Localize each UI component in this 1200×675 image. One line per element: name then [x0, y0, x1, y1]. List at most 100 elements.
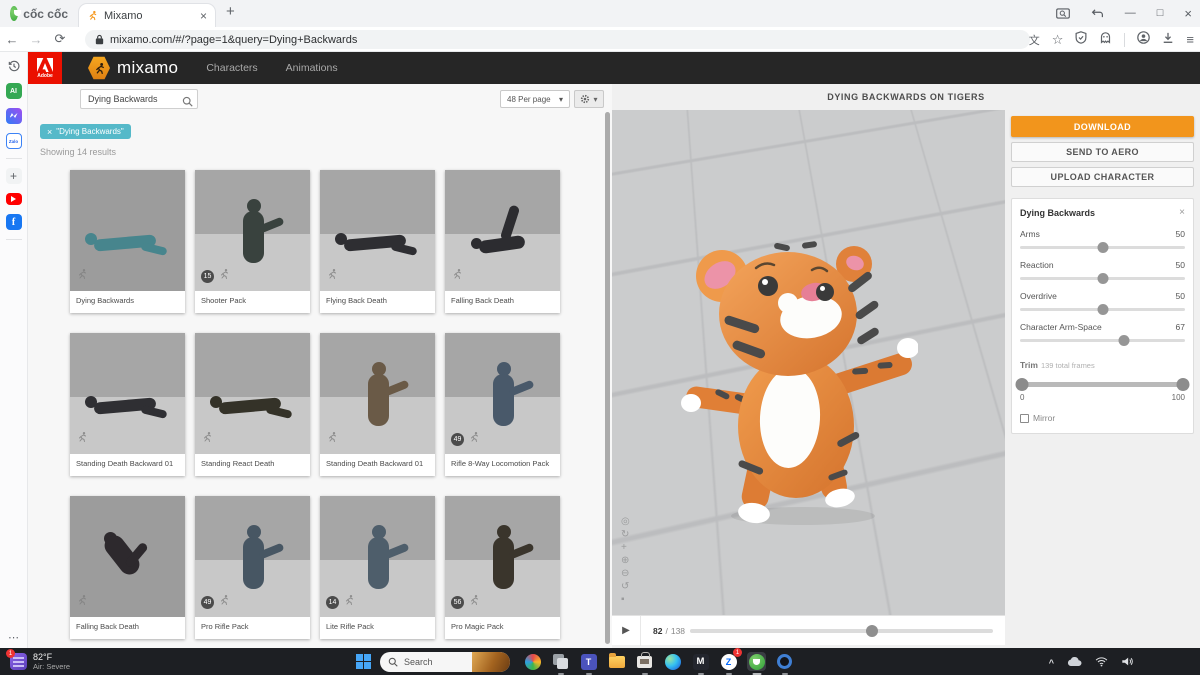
animation-card[interactable]: Flying Back Death	[320, 170, 435, 313]
extension-icon[interactable]	[1099, 31, 1112, 49]
address-bar[interactable]: mixamo.com/#/?page=1&query=Dying+Backwar…	[85, 30, 1030, 49]
taskbar-app-office[interactable]	[523, 652, 542, 671]
close-icon[interactable]: ×	[1179, 207, 1185, 218]
window-minimize-button[interactable]: —	[1125, 8, 1136, 19]
viewport-control-icon[interactable]: ▪	[621, 594, 630, 605]
taskbar-app-ring[interactable]	[775, 652, 794, 675]
download-button[interactable]: DOWNLOAD	[1011, 116, 1194, 137]
animation-card[interactable]: Standing Death Backward 01	[320, 333, 435, 476]
viewport-control-icon[interactable]: ◎	[621, 516, 630, 527]
new-tab-button[interactable]: +	[226, 3, 235, 20]
trim-start-handle[interactable]	[1015, 378, 1029, 391]
viewport-control-icon[interactable]: ⊖	[621, 568, 630, 579]
animation-thumbnail	[70, 333, 185, 454]
ai-chat-icon[interactable]: AI	[5, 83, 22, 99]
return-arrow-icon[interactable]	[1091, 8, 1104, 19]
viewport-3d[interactable]: ◎ ↻ + ⊕ ⊖ ↺ ▪	[612, 110, 1005, 615]
download-icon[interactable]	[1162, 31, 1174, 49]
tab-close-icon[interactable]: ×	[200, 9, 207, 23]
messenger-icon[interactable]	[5, 108, 22, 124]
animation-card[interactable]: Standing Death Backward 01	[70, 333, 185, 476]
bookmark-star-icon[interactable]: ☆	[1052, 32, 1064, 48]
animation-search-field[interactable]	[80, 89, 198, 109]
viewport-control-icon[interactable]: ↺	[621, 581, 630, 592]
tray-chevron-icon[interactable]: ^	[1049, 658, 1054, 668]
translate-icon[interactable]: 文	[1029, 32, 1040, 48]
slider-handle[interactable]	[1097, 273, 1108, 284]
animation-card[interactable]: Dying Backwards	[70, 170, 185, 313]
animation-card[interactable]: 49 Rifle 8-Way Locomotion Pack	[445, 333, 560, 476]
weather-widget[interactable]: 1 82°F Air: Severe	[6, 649, 70, 671]
coccoc-brand[interactable]: cốc cốc	[0, 6, 68, 21]
results-scrollbar[interactable]	[605, 112, 610, 644]
taskbar-app-explorer[interactable]	[607, 652, 626, 671]
play-button[interactable]: ▶	[612, 615, 641, 646]
window-close-button[interactable]: ×	[1184, 7, 1192, 20]
youtube-icon[interactable]	[5, 193, 22, 205]
viewport-control-icon[interactable]: ↻	[621, 529, 630, 540]
menu-icon[interactable]: ≡	[1186, 32, 1194, 47]
wifi-icon[interactable]	[1095, 656, 1108, 667]
browser-tab[interactable]: Mixamo ×	[78, 3, 216, 27]
slider-track[interactable]	[1020, 335, 1185, 346]
upload-character-button[interactable]: UPLOAD CHARACTER	[1011, 167, 1194, 187]
search-input[interactable]	[81, 90, 197, 108]
animation-card[interactable]: Falling Back Death	[445, 170, 560, 313]
chip-close-icon[interactable]: ×	[47, 127, 52, 137]
settings-gear-button[interactable]: ▾	[574, 90, 604, 108]
onedrive-cloud-icon[interactable]	[1067, 656, 1082, 667]
history-icon[interactable]	[6, 58, 22, 74]
animation-card[interactable]: Standing React Death	[195, 333, 310, 476]
sidebar-more-button[interactable]: ⋯	[0, 631, 28, 644]
slider-handle[interactable]	[1118, 335, 1130, 346]
trim-end-handle[interactable]	[1176, 378, 1190, 391]
animation-thumbnail	[445, 170, 560, 291]
taskbar-app-edge[interactable]	[663, 652, 682, 671]
slider-track[interactable]	[1020, 273, 1185, 284]
taskbar-app-teams[interactable]: T	[579, 652, 598, 675]
volume-icon[interactable]	[1121, 656, 1134, 667]
taskbar-app-coccoc[interactable]	[747, 652, 766, 675]
search-filter-chip[interactable]: × "Dying Backwards"	[40, 124, 131, 139]
slider-track[interactable]	[1020, 242, 1185, 253]
taskbar-app-m[interactable]: M	[691, 652, 710, 675]
shield-icon[interactable]	[1075, 30, 1087, 49]
animation-card[interactable]: 49 Pro Rifle Pack	[195, 496, 310, 639]
profile-icon[interactable]	[1137, 30, 1151, 49]
forward-button[interactable]: →	[24, 32, 48, 47]
add-app-button[interactable]: +	[5, 168, 22, 184]
taskbar-app-store[interactable]	[635, 651, 654, 675]
nav-item[interactable]: Characters	[206, 62, 257, 74]
animation-card[interactable]: 56 Pro Magic Pack	[445, 496, 560, 639]
send-to-aero-button[interactable]: SEND TO AERO	[1011, 142, 1194, 162]
zalo-badge: 1	[733, 648, 742, 657]
slider-handle[interactable]	[1097, 304, 1108, 315]
taskbar-app-taskview[interactable]	[551, 652, 570, 675]
tiger-character[interactable]	[678, 226, 918, 526]
reload-button[interactable]: ⟳	[48, 31, 72, 47]
mirror-checkbox[interactable]	[1020, 413, 1029, 423]
back-button[interactable]: ←	[0, 32, 24, 47]
animation-card[interactable]: Falling Back Death	[70, 496, 185, 639]
adobe-logo[interactable]: Adobe	[28, 52, 62, 84]
screen-search-icon[interactable]	[1055, 8, 1070, 19]
mixamo-logo-text[interactable]: mixamo	[117, 58, 178, 78]
start-button[interactable]	[356, 654, 371, 669]
slider-track[interactable]	[1020, 304, 1185, 315]
taskbar-app-zalo[interactable]: Z1	[719, 648, 742, 675]
animation-card[interactable]: 15 Shooter Pack	[195, 170, 310, 313]
timeline-handle[interactable]	[865, 625, 878, 637]
zalo-sidebar-icon[interactable]: Zalo	[5, 133, 22, 149]
timeline-slider[interactable]	[690, 625, 993, 637]
mixamo-logo-icon[interactable]	[88, 56, 110, 80]
facebook-icon[interactable]: f	[5, 214, 22, 230]
animation-card[interactable]: 14 Lite Rifle Pack	[320, 496, 435, 639]
nav-item[interactable]: Animations	[286, 62, 338, 74]
viewport-control-icon[interactable]: ⊕	[621, 555, 630, 566]
trim-slider-track[interactable]	[1015, 378, 1190, 391]
per-page-select[interactable]: 48 Per page ▾	[500, 90, 570, 108]
viewport-control-icon[interactable]: +	[621, 542, 630, 553]
slider-handle[interactable]	[1097, 242, 1108, 253]
taskbar-search[interactable]: Search	[380, 651, 510, 672]
window-maximize-button[interactable]: □	[1157, 8, 1164, 19]
